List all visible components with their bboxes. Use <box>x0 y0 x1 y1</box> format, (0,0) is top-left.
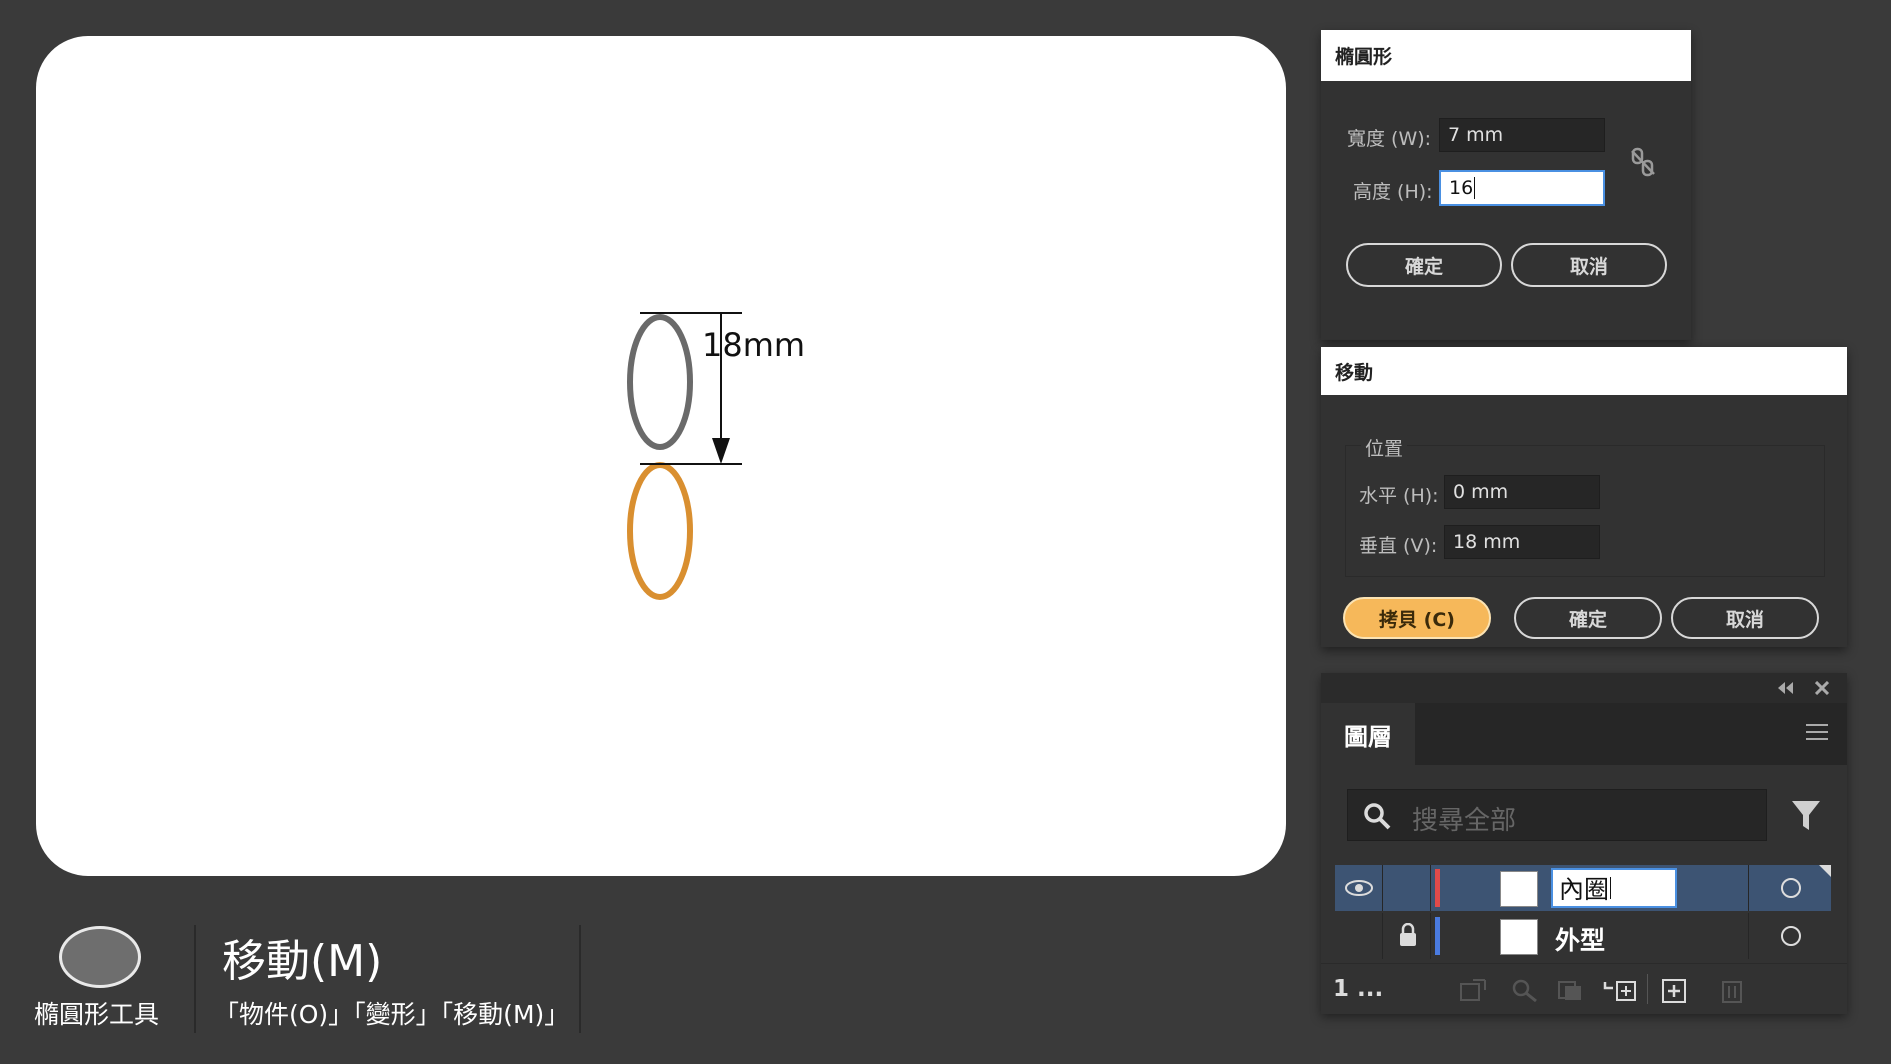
lock-cell[interactable] <box>1383 865 1431 911</box>
ok-button[interactable]: 確定 <box>1514 597 1662 639</box>
eye-icon <box>1345 880 1373 896</box>
top-ellipse[interactable] <box>627 314 693 450</box>
width-label: 寬度 (W): <box>1347 128 1432 150</box>
visibility-cell[interactable] <box>1335 865 1383 911</box>
panel-top-bar <box>1321 673 1847 703</box>
vertical-field[interactable]: 18 mm <box>1444 525 1600 559</box>
text-caret <box>1610 877 1612 899</box>
command-menu-path: 「物件(O)」「變形」「移動(M)」 <box>214 1000 570 1029</box>
layer-thumbnail <box>1500 919 1538 955</box>
vertical-label: 垂直 (V): <box>1359 535 1438 557</box>
panel-menu-icon[interactable] <box>1806 723 1828 741</box>
export-icon[interactable] <box>1459 978 1487 1002</box>
footer-divider <box>1647 974 1648 1004</box>
layers-panel: 圖層 搜尋全部 內圈 外型 1 ... <box>1321 673 1847 1014</box>
ellipse-dialog: 橢圓形 寬度 (W): 7 mm 高度 (H): 16 確定 取消 <box>1321 30 1691 340</box>
caption-divider-right <box>579 925 581 1033</box>
layer-color-bar <box>1435 917 1440 955</box>
horizontal-label: 水平 (H): <box>1359 485 1439 507</box>
height-label: 高度 (H): <box>1353 181 1433 203</box>
target-circle-icon[interactable] <box>1781 926 1801 946</box>
dimension-label: 18mm <box>702 326 806 364</box>
layer-thumbnail <box>1500 871 1538 907</box>
filter-icon[interactable] <box>1791 800 1821 832</box>
trash-icon[interactable] <box>1719 978 1745 1004</box>
close-icon[interactable] <box>1815 681 1829 695</box>
collapse-panel-icon[interactable] <box>1777 682 1795 694</box>
vertical-value: 18 mm <box>1453 531 1521 553</box>
artboard-canvas[interactable] <box>36 36 1286 876</box>
width-field[interactable]: 7 mm <box>1439 118 1605 152</box>
layer-row[interactable]: 外型 <box>1335 913 1831 959</box>
layer-color-bar <box>1435 869 1440 907</box>
text-caret <box>1474 177 1476 199</box>
layer-row[interactable]: 內圈 <box>1335 865 1831 911</box>
constrain-proportions-icon[interactable] <box>1629 146 1657 178</box>
horizontal-value: 0 mm <box>1453 481 1509 503</box>
ellipse-tool-icon <box>59 926 141 988</box>
move-dialog-title: 移動 <box>1321 347 1847 395</box>
layer-name-value: 內圈 <box>1559 875 1610 904</box>
visibility-cell[interactable] <box>1335 913 1383 959</box>
height-field[interactable]: 16 <box>1439 170 1605 206</box>
caption-divider <box>194 925 196 1033</box>
move-dialog: 移動 位置 水平 (H): 0 mm 垂直 (V): 18 mm 拷貝 (C) … <box>1321 347 1847 647</box>
cancel-button[interactable]: 取消 <box>1671 597 1819 639</box>
lock-icon <box>1400 923 1416 946</box>
create-sublayer-icon[interactable] <box>1603 978 1637 1002</box>
layers-footer: 1 ... <box>1321 963 1847 1014</box>
position-group-label: 位置 <box>1361 434 1408 461</box>
width-value: 7 mm <box>1448 124 1504 146</box>
copy-button[interactable]: 拷貝 (C) <box>1343 597 1491 639</box>
tool-name-label: 橢圓形工具 <box>34 1000 160 1029</box>
dimension-arrowhead <box>712 438 730 464</box>
layer-name-input[interactable]: 內圈 <box>1551 868 1677 908</box>
cancel-button[interactable]: 取消 <box>1511 243 1667 287</box>
selection-corner-icon <box>1819 865 1831 877</box>
search-placeholder: 搜尋全部 <box>1412 806 1517 836</box>
tab-strip <box>1415 703 1847 765</box>
layer-count: 1 ... <box>1333 976 1384 1002</box>
command-title: 移動(M) <box>222 936 383 987</box>
bottom-ellipse[interactable] <box>627 462 693 600</box>
layer-name[interactable]: 外型 <box>1555 921 1605 957</box>
horizontal-field[interactable]: 0 mm <box>1444 475 1600 509</box>
target-circle-icon[interactable] <box>1781 878 1801 898</box>
search-input[interactable]: 搜尋全部 <box>1347 789 1767 841</box>
make-clipping-mask-icon[interactable] <box>1557 978 1585 1002</box>
ellipse-dialog-title: 橢圓形 <box>1321 30 1691 81</box>
lock-cell[interactable] <box>1383 913 1431 959</box>
tab-layers[interactable]: 圖層 <box>1321 703 1415 765</box>
ok-button[interactable]: 確定 <box>1346 243 1502 287</box>
height-value: 16 <box>1449 177 1474 199</box>
search-icon <box>1364 803 1391 830</box>
locate-object-icon[interactable] <box>1511 978 1539 1002</box>
artboard-drawing <box>627 312 742 600</box>
create-new-layer-icon[interactable] <box>1661 978 1689 1004</box>
